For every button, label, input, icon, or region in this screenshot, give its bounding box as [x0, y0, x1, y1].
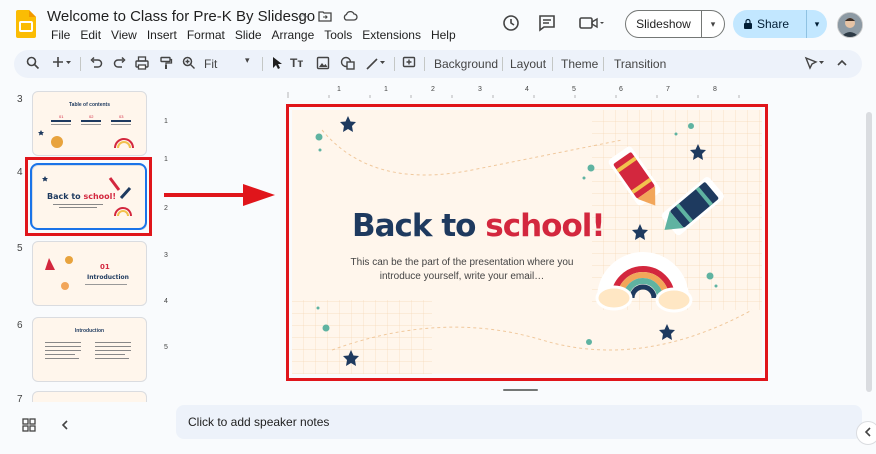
slideshow-dropdown-icon[interactable]: ▾ — [702, 19, 724, 30]
collapse-filmstrip-icon[interactable] — [60, 418, 70, 435]
ruler-tick: 3 — [164, 252, 168, 259]
move-to-folder-icon[interactable] — [318, 10, 332, 25]
annotation-highlight-thumbnail — [25, 157, 152, 236]
cloud-status-icon[interactable] — [342, 10, 358, 25]
meet-camera-icon[interactable] — [579, 14, 605, 37]
ruler-tick: 1 — [337, 86, 341, 93]
speaker-notes-placeholder[interactable]: Click to add speaker notes — [188, 415, 329, 429]
comments-icon[interactable] — [538, 14, 556, 37]
slideshow-button[interactable]: Slideshow ▾ — [625, 10, 725, 38]
side-panel-toggle[interactable] — [856, 421, 876, 445]
zoom-select[interactable]: Fit — [204, 57, 217, 71]
slides-logo[interactable] — [16, 10, 36, 38]
star-icon[interactable]: ☆ — [297, 10, 309, 26]
ruler-tick: 2 — [431, 86, 435, 93]
svg-text:01: 01 — [59, 114, 64, 119]
layout-button[interactable]: Layout — [510, 57, 546, 71]
line-icon[interactable] — [366, 56, 386, 73]
ruler-tick: 4 — [525, 86, 529, 93]
text-box-icon[interactable]: Tт — [290, 56, 303, 70]
document-title[interactable]: Welcome to Class for Pre-K By Slidesgo — [47, 8, 315, 25]
slide-thumbnail-6[interactable]: Introduction — [32, 317, 147, 382]
ruler-tick: 8 — [713, 86, 717, 93]
zoom-icon[interactable] — [182, 56, 196, 73]
annotation-highlight-slide — [286, 104, 768, 381]
menu-file[interactable]: File — [46, 28, 75, 42]
ruler-tick: 1 — [384, 86, 388, 93]
svg-text:Introduction: Introduction — [87, 274, 129, 281]
share-label[interactable]: Share — [733, 10, 807, 38]
background-button[interactable]: Background — [434, 57, 498, 71]
menu-view[interactable]: View — [106, 28, 142, 42]
menu-bar: File Edit View Insert Format Slide Arran… — [46, 28, 461, 42]
svg-text:02: 02 — [89, 114, 94, 119]
annotation-arrow-head — [243, 184, 275, 206]
grid-view-icon[interactable] — [22, 418, 36, 435]
speaker-notes[interactable]: Click to add speaker notes — [176, 405, 862, 439]
paint-format-icon[interactable] — [159, 56, 173, 73]
shape-icon[interactable] — [340, 56, 356, 73]
menu-extensions[interactable]: Extensions — [357, 28, 426, 42]
ruler-tick: 3 — [478, 86, 482, 93]
menu-format[interactable]: Format — [182, 28, 230, 42]
search-menus-icon[interactable] — [26, 56, 40, 73]
slide-number-5: 5 — [17, 243, 23, 254]
print-icon[interactable] — [135, 56, 149, 73]
ruler-tick: 7 — [666, 86, 670, 93]
insert-comment-icon[interactable] — [402, 56, 416, 73]
redo-icon[interactable] — [113, 56, 127, 73]
toolbar: Fit ▾ Tт Background Layout Theme Transit… — [14, 50, 862, 78]
ruler-tick: 1 — [164, 118, 168, 125]
ruler-tick: 5 — [572, 86, 576, 93]
slide-thumbnail-3[interactable]: Table of contents 01 02 03 — [32, 91, 147, 156]
collapse-toolbar-icon[interactable] — [836, 56, 848, 73]
ruler-tick: 5 — [164, 344, 168, 351]
version-history-icon[interactable] — [502, 14, 520, 37]
notes-resize-handle[interactable] — [503, 389, 538, 391]
ruler-tick: 2 — [164, 205, 168, 212]
menu-help[interactable]: Help — [426, 28, 461, 42]
zoom-dropdown-icon[interactable]: ▾ — [245, 55, 250, 66]
slideshow-label[interactable]: Slideshow — [626, 10, 702, 38]
ruler-tick: 4 — [164, 298, 168, 305]
slide-number-6: 6 — [17, 320, 23, 331]
annotation-arrow — [164, 193, 244, 197]
share-text: Share — [757, 17, 790, 31]
select-cursor-icon[interactable] — [270, 56, 284, 73]
svg-text:01: 01 — [100, 263, 110, 271]
menu-slide[interactable]: Slide — [230, 28, 267, 42]
ruler-tick: 6 — [619, 86, 623, 93]
insert-image-icon[interactable] — [316, 56, 330, 73]
slide-number-7: 7 — [17, 394, 23, 405]
menu-insert[interactable]: Insert — [142, 28, 182, 42]
slide-thumbnail-5[interactable]: 01 Introduction — [32, 241, 147, 306]
theme-button[interactable]: Theme — [561, 57, 598, 71]
menu-arrange[interactable]: Arrange — [267, 28, 320, 42]
share-button[interactable]: Share ▾ — [733, 10, 827, 38]
new-slide-icon[interactable] — [52, 56, 72, 73]
slide-number-4: 4 — [17, 167, 23, 178]
menu-tools[interactable]: Tools — [319, 28, 357, 42]
svg-text:03: 03 — [119, 114, 124, 119]
undo-icon[interactable] — [89, 56, 103, 73]
vertical-ruler: 1 1 2 3 4 5 — [160, 100, 172, 385]
transition-button[interactable]: Transition — [614, 57, 666, 71]
pen-pointer-icon[interactable] — [804, 56, 826, 73]
vertical-scrollbar[interactable] — [866, 112, 872, 392]
slide-thumbnail-7[interactable] — [32, 391, 147, 402]
slide-number-3: 3 — [17, 94, 23, 105]
horizontal-ruler: 1 1 2 3 4 5 6 7 8 — [176, 86, 861, 98]
share-dropdown-icon[interactable]: ▾ — [807, 19, 827, 30]
user-avatar[interactable] — [837, 12, 863, 38]
ruler-tick: 1 — [164, 156, 168, 163]
menu-edit[interactable]: Edit — [75, 28, 106, 42]
